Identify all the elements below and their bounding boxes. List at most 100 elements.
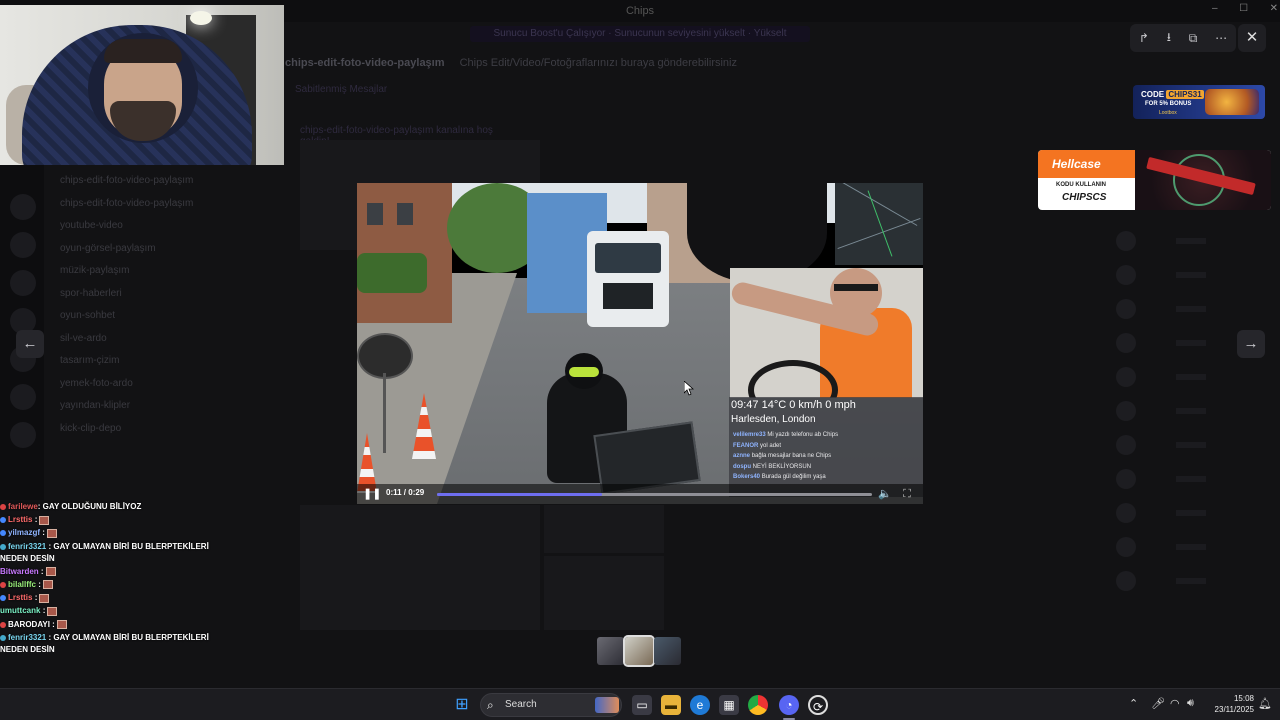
channel-item[interactable]: müzik-paylaşım (44, 260, 244, 283)
hellcase-ad: Hellcase KODU KULLANIN CHIPSCS (1038, 150, 1271, 210)
lootbox-code-prefix: CODE (1141, 90, 1165, 99)
notification-icon[interactable]: 🔔︎ (1258, 697, 1272, 710)
microphone-icon[interactable]: 🎤︎ (1151, 697, 1165, 710)
server-icon[interactable] (10, 422, 36, 448)
channel-header-topic: Chips Edit/Video/Fotoğraflarınızı buraya… (459, 57, 737, 69)
emote-icon (39, 515, 50, 525)
seek-bar-progress (437, 493, 603, 496)
stream-chat: farilewe: GAY OLDUĞUNU BİLİYOZ Lrsttis :… (0, 500, 240, 660)
lootbox-bonus: FOR 5% BONUS (1145, 101, 1192, 107)
mouse-cursor-icon (684, 381, 694, 396)
member-item[interactable] (1110, 432, 1280, 458)
next-media-button[interactable]: → (1237, 330, 1265, 358)
server-icon[interactable] (10, 384, 36, 410)
channel-item[interactable]: youtube-video (44, 215, 244, 238)
chat-message-continued: NEDEN DESİN (0, 645, 55, 655)
emote-icon (39, 593, 50, 603)
member-item[interactable] (1110, 500, 1280, 526)
channel-item[interactable]: spor-haberleri (44, 283, 244, 306)
lootbox-brand: Lootbox (1159, 110, 1177, 116)
chat-message: BARODAYI : (0, 618, 240, 631)
overlay-chat-line: aznne bağla mesajlar bana ne Chips (733, 453, 832, 459)
edge-browser-icon[interactable]: e (690, 695, 710, 715)
member-item[interactable] (1110, 364, 1280, 390)
channel-item[interactable]: oyun-görsel-paylaşım (44, 238, 244, 261)
media-thumbnails (597, 635, 681, 667)
open-external-icon[interactable]: ⧉ (1189, 31, 1198, 46)
forward-icon[interactable]: ↱ (1139, 31, 1149, 45)
server-icon[interactable] (10, 270, 36, 296)
thumbnail[interactable] (597, 637, 625, 665)
window-close-icon[interactable]: ✕ (1270, 3, 1278, 17)
chat-message: Lrsttis : (0, 513, 240, 526)
member-item[interactable] (1110, 568, 1280, 594)
media-actions: ↱ ⭳ ⧉ ⋯ (1130, 24, 1236, 52)
previous-media-button[interactable]: ← (16, 330, 44, 358)
more-options-icon[interactable]: ⋯ (1215, 31, 1227, 45)
channel-item[interactable]: sil-ve-ardo (44, 328, 244, 351)
chat-message: bilallffc : (0, 578, 240, 591)
tray-expand-icon[interactable]: ⌃ (1129, 697, 1138, 710)
app-icon[interactable]: ⟳ (808, 695, 828, 715)
hellcase-line1: KODU KULLANIN (1056, 182, 1106, 188)
thumbnail-selected[interactable] (623, 635, 655, 667)
speaker-icon[interactable]: 🔊︎ (1187, 697, 1194, 710)
taskbar-clock[interactable]: 15:08 23/11/2025 (1206, 693, 1254, 715)
video-player[interactable]: 09:47 14°C 0 km/h 0 mph Harlesden, Londo… (357, 183, 923, 504)
chat-message: yilmazgf : (0, 526, 240, 539)
bg-media-tile (544, 556, 664, 630)
video-controls: ❚❚ 0:11 / 0:29 🔈 ⛶ (357, 484, 923, 504)
overlay-chat-line: FEANOR yol adet (733, 442, 782, 449)
maximize-icon[interactable]: ☐ (1239, 3, 1248, 17)
download-icon[interactable]: ⭳ (1167, 28, 1171, 49)
member-item[interactable] (1110, 296, 1280, 322)
pinned-label: Sabitlenmiş Mesajlar (295, 84, 388, 95)
hellcase-code: CHIPSCS (1062, 192, 1107, 203)
boost-banner: Sunucu Boost'u Çalışıyor · Sunucunun sev… (470, 26, 810, 42)
emote-icon (56, 620, 67, 630)
store-icon[interactable]: ▦ (719, 695, 739, 715)
seek-bar[interactable] (437, 493, 872, 496)
clock-time: 15:08 (1233, 694, 1254, 703)
channel-item[interactable]: kick-clip-depo (44, 418, 244, 441)
speed-readout: 09:47 14°C 0 km/h 0 mph (731, 399, 856, 411)
channel-header: chips-edit-foto-video-paylaşım Chips Edi… (285, 54, 1105, 72)
server-icon[interactable] (10, 194, 36, 220)
chat-message: umuttcank : (0, 604, 240, 617)
channel-item[interactable]: tasarım-çizim (44, 350, 244, 373)
webcam-overlay (0, 5, 284, 165)
chat-message-continued: NEDEN DESİN (0, 553, 55, 563)
member-item[interactable] (1110, 228, 1280, 254)
wifi-icon[interactable]: ◠ (1170, 697, 1180, 710)
close-viewer-button[interactable]: ✕ (1238, 24, 1266, 52)
member-item[interactable] (1110, 398, 1280, 424)
chrome-icon[interactable] (748, 695, 768, 715)
first-message: chips-edit-foto-video-paylaşım kanalına … (300, 125, 493, 147)
pause-icon[interactable]: ❚❚ (363, 487, 381, 501)
channel-item[interactable]: yayından-klipler (44, 395, 244, 418)
channel-item[interactable]: yemek-foto-ardo (44, 373, 244, 396)
taskbar-search[interactable]: ⌕ Search (480, 693, 622, 717)
bg-media-tile (300, 505, 540, 630)
server-icon[interactable] (10, 232, 36, 258)
task-view-icon[interactable]: ▭ (632, 695, 652, 715)
member-item[interactable] (1110, 466, 1280, 492)
member-item[interactable] (1110, 534, 1280, 560)
member-item[interactable] (1110, 262, 1280, 288)
minimize-icon[interactable]: – (1212, 3, 1218, 17)
window-controls: – ☐ ✕ (1212, 3, 1278, 17)
volume-icon[interactable]: 🔈 (877, 487, 893, 501)
emote-icon (45, 567, 56, 577)
thumbnail[interactable] (653, 637, 681, 665)
file-explorer-icon[interactable]: ▬ (661, 695, 681, 715)
emote-icon (42, 580, 53, 590)
discord-icon[interactable]: ◔ (779, 695, 799, 715)
windows-start-icon[interactable]: ⊞ (452, 695, 472, 715)
channel-item[interactable]: chips-edit-foto-video-paylaşım (44, 193, 244, 216)
chat-message: Lrsttis : (0, 591, 240, 604)
fullscreen-icon[interactable]: ⛶ (899, 487, 915, 501)
channel-item[interactable]: chips-edit-foto-video-paylaşım (44, 170, 244, 193)
channel-header-name: chips-edit-foto-video-paylaşım (285, 57, 445, 69)
hellcase-logo: Hellcase (1038, 150, 1135, 178)
channel-item[interactable]: oyun-sohbet (44, 305, 244, 328)
